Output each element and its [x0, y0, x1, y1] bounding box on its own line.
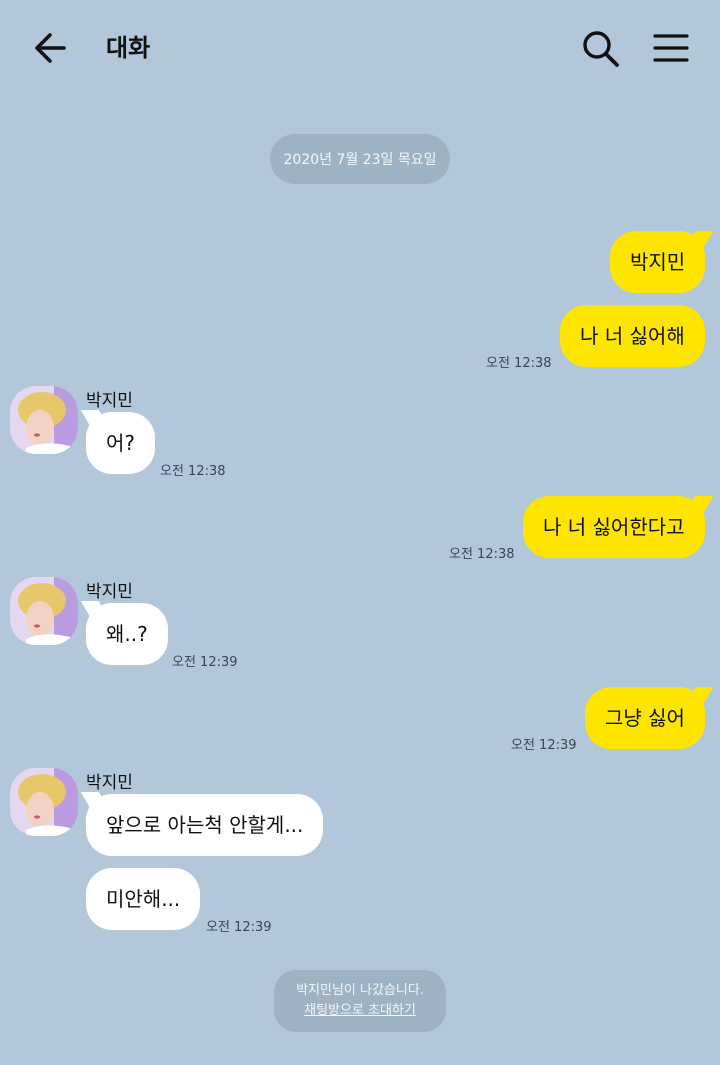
my-message-bubble[interactable]: 나 너 싫어해	[560, 305, 705, 367]
avatar[interactable]	[10, 577, 78, 645]
their-message-bubble[interactable]: 어?	[86, 412, 156, 474]
avatar[interactable]	[10, 768, 78, 836]
their-message-bubble[interactable]: 앞으로 아는척 안할게...	[86, 794, 324, 856]
back-arrow-icon[interactable]	[30, 30, 70, 66]
their-message-bubble[interactable]: 왜..?	[86, 603, 168, 665]
message-time: 오전 12:38	[449, 547, 515, 562]
sender-name: 박지민	[86, 391, 133, 411]
message-time: 오전 12:39	[172, 655, 238, 670]
my-message-bubble[interactable]: 그냥 싫어	[585, 687, 705, 749]
system-notice: 박지민님이 나갔습니다. 채팅방으로 초대하기	[274, 970, 446, 1032]
message-time: 오전 12:39	[511, 738, 577, 753]
search-icon[interactable]	[580, 28, 622, 70]
chat-header: 대화	[0, 0, 720, 96]
message-time: 오전 12:39	[206, 920, 272, 935]
page-title: 대화	[106, 34, 151, 62]
system-notice-text: 박지민님이 나갔습니다.	[296, 983, 424, 998]
message-time: 오전 12:38	[160, 464, 226, 479]
sender-name: 박지민	[86, 582, 133, 602]
their-message-bubble[interactable]: 미안해...	[86, 868, 201, 930]
avatar[interactable]	[10, 386, 78, 454]
date-divider: 2020년 7월 23일 목요일	[270, 134, 450, 184]
menu-icon[interactable]	[652, 30, 690, 66]
invite-link[interactable]: 채팅방으로 초대하기	[304, 1001, 416, 1021]
message-time: 오전 12:38	[486, 356, 552, 371]
my-message-bubble[interactable]: 나 너 싫어한다고	[523, 496, 705, 558]
sender-name: 박지민	[86, 773, 133, 793]
